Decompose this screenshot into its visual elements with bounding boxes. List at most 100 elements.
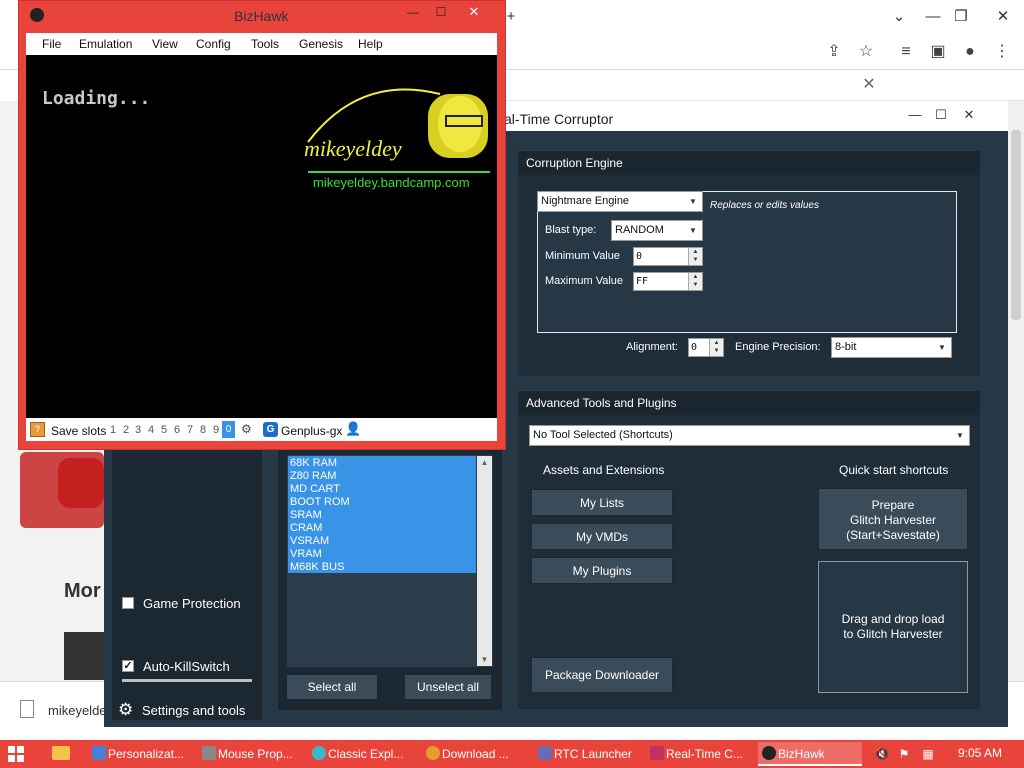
bizhawk-window-title: BizHawk <box>234 8 289 24</box>
glitch-harvester-line: Glitch Harvester <box>849 513 937 527</box>
blast-type-value: RANDOM <box>615 224 664 236</box>
stepper-icon[interactable]: ▲ ▼ <box>709 339 723 356</box>
my-vmds-button[interactable]: My VMDs <box>531 523 673 550</box>
quick-start-heading: Quick start shortcuts <box>839 463 949 477</box>
maximum-value-label: Maximum Value <box>545 275 624 287</box>
save-slot-icon[interactable]: ? <box>30 422 45 437</box>
minimum-value-label: Minimum Value <box>545 250 620 262</box>
profile-icon[interactable]: ● <box>958 40 982 64</box>
artist-logo-icon <box>307 88 490 173</box>
genplus-icon: G <box>263 422 278 437</box>
engine-settings-box <box>537 191 957 333</box>
menu-view[interactable]: View <box>152 37 178 51</box>
artist-logo-url: mikeyeldey.bandcamp.com <box>313 175 470 190</box>
tab-search-button[interactable]: ⌄ <box>884 4 914 30</box>
scroll-down-icon[interactable]: ▼ <box>477 653 492 667</box>
download-filename[interactable]: mikeyelde <box>48 703 107 718</box>
save-slot-5[interactable]: 5 <box>161 424 167 436</box>
memory-list-scrollbar[interactable] <box>477 456 492 666</box>
memory-domain-item[interactable]: MD CART <box>290 483 476 496</box>
stepper-icon[interactable]: ▲ ▼ <box>688 273 702 290</box>
menu-icon[interactable]: ⋮ <box>990 40 1014 64</box>
bizhawk-minimize-button[interactable]: — <box>400 4 426 20</box>
menu-file[interactable]: File <box>42 37 61 51</box>
scroll-up-icon[interactable]: ▲ <box>477 456 492 470</box>
video-thumbnail-2[interactable] <box>64 632 104 680</box>
save-slot-2[interactable]: 2 <box>123 424 129 436</box>
memory-domain-item[interactable]: SRAM <box>290 509 476 522</box>
save-slot-3[interactable]: 3 <box>135 424 141 436</box>
share-icon[interactable]: ⇪ <box>822 40 846 64</box>
windows-start-icon[interactable] <box>6 744 26 764</box>
rtc-left-panel <box>112 440 262 720</box>
autokillswitch-checkbox[interactable]: ✓ <box>122 660 134 672</box>
menu-tools[interactable]: Tools <box>251 37 279 51</box>
chevron-down-icon[interactable]: ▼ <box>685 222 701 239</box>
memory-domain-item[interactable]: M68K BUS <box>290 561 476 574</box>
drag-drop-zone[interactable]: Drag and drop load to Glitch Harvester <box>818 561 968 693</box>
artist-logo-name: mikeyeldey <box>304 136 402 161</box>
game-protection-checkbox[interactable] <box>122 597 134 609</box>
glitch-harvester-line: Prepare <box>871 498 915 512</box>
game-protection-label[interactable]: Game Protection <box>143 596 241 611</box>
bizhawk-app-icon[interactable] <box>30 8 44 22</box>
sidebar-icon[interactable]: ▣ <box>926 40 950 64</box>
my-lists-button[interactable]: My Lists <box>531 489 673 516</box>
stepper-icon[interactable]: ▲ ▼ <box>688 248 702 265</box>
save-slot-4[interactable]: 4 <box>148 424 154 436</box>
browser-close-button[interactable]: ✕ <box>988 4 1018 30</box>
play-icon[interactable] <box>58 458 104 508</box>
package-downloader-button[interactable]: Package Downloader <box>531 657 673 693</box>
file-explorer-icon[interactable] <box>52 746 70 760</box>
prepare-glitch-harvester-button[interactable]: Prepare Glitch Harvester (Start+Savestat… <box>818 488 968 550</box>
rtc-maximize-button[interactable]: ☐ <box>926 104 956 126</box>
menu-genesis[interactable]: Genesis <box>299 37 343 51</box>
user-icon[interactable]: 👤 <box>345 421 361 437</box>
memory-domain-item[interactable]: 68K RAM <box>290 457 476 470</box>
rtc-launcher-icon <box>538 746 552 760</box>
star-icon[interactable]: ☆ <box>854 40 878 64</box>
menu-help[interactable]: Help <box>358 37 383 51</box>
drag-drop-line: to Glitch Harvester <box>843 627 943 641</box>
corruption-engine-title: Corruption Engine <box>526 156 623 170</box>
taskbar-clock[interactable]: 9:05 AM <box>958 746 1002 760</box>
rtc-icon <box>650 746 664 760</box>
memory-domain-item[interactable]: BOOT ROM <box>290 496 476 509</box>
save-slot-8[interactable]: 8 <box>200 424 206 436</box>
rtc-close-button[interactable]: ✕ <box>954 104 984 126</box>
memory-domain-item[interactable]: CRAM <box>290 522 476 535</box>
browser-restore-button[interactable]: ❐ <box>946 4 976 30</box>
page-scrollbar-thumb[interactable] <box>1011 130 1021 320</box>
save-slot-9[interactable]: 9 <box>213 424 219 436</box>
chevron-down-icon[interactable]: ▼ <box>685 193 701 210</box>
select-all-button[interactable]: Select all <box>286 674 378 700</box>
memory-domain-item[interactable]: VRAM <box>290 548 476 561</box>
core-name[interactable]: Genplus-gx <box>281 424 342 438</box>
save-slot-6[interactable]: 6 <box>174 424 180 436</box>
bizhawk-close-button[interactable]: ✕ <box>454 3 494 21</box>
flag-icon[interactable]: ⚑ <box>896 746 912 762</box>
gear-icon[interactable]: ⚙ <box>118 701 136 719</box>
core-icon[interactable]: ⚙ <box>241 421 257 437</box>
menu-config[interactable]: Config <box>196 37 231 51</box>
chevron-down-icon[interactable]: ▼ <box>934 339 950 356</box>
unselect-all-button[interactable]: Unselect all <box>404 674 492 700</box>
menu-emulation[interactable]: Emulation <box>79 37 132 51</box>
network-icon[interactable]: ▦ <box>920 746 936 762</box>
mouse-icon <box>202 746 216 760</box>
save-slot-1[interactable]: 1 <box>110 424 116 436</box>
save-slot-7[interactable]: 7 <box>187 424 193 436</box>
media-icon[interactable]: ≡ <box>894 40 918 64</box>
info-bar-close-icon[interactable]: ✕ <box>858 74 880 96</box>
my-plugins-button[interactable]: My Plugins <box>531 557 673 584</box>
chevron-down-icon[interactable]: ▼ <box>952 427 968 444</box>
bizhawk-maximize-button[interactable]: ☐ <box>428 4 454 20</box>
save-slot-0-active[interactable]: 0 <box>222 421 235 438</box>
autokillswitch-label[interactable]: Auto-KillSwitch <box>143 659 230 674</box>
engine-precision-label: Engine Precision: <box>735 341 821 353</box>
browser-minimize-button[interactable]: — <box>918 4 948 30</box>
memory-domain-item[interactable]: VSRAM <box>290 535 476 548</box>
settings-and-tools-button[interactable]: Settings and tools <box>142 703 245 718</box>
volume-muted-icon[interactable]: 🔇 <box>874 746 890 762</box>
memory-domain-item[interactable]: Z80 RAM <box>290 470 476 483</box>
